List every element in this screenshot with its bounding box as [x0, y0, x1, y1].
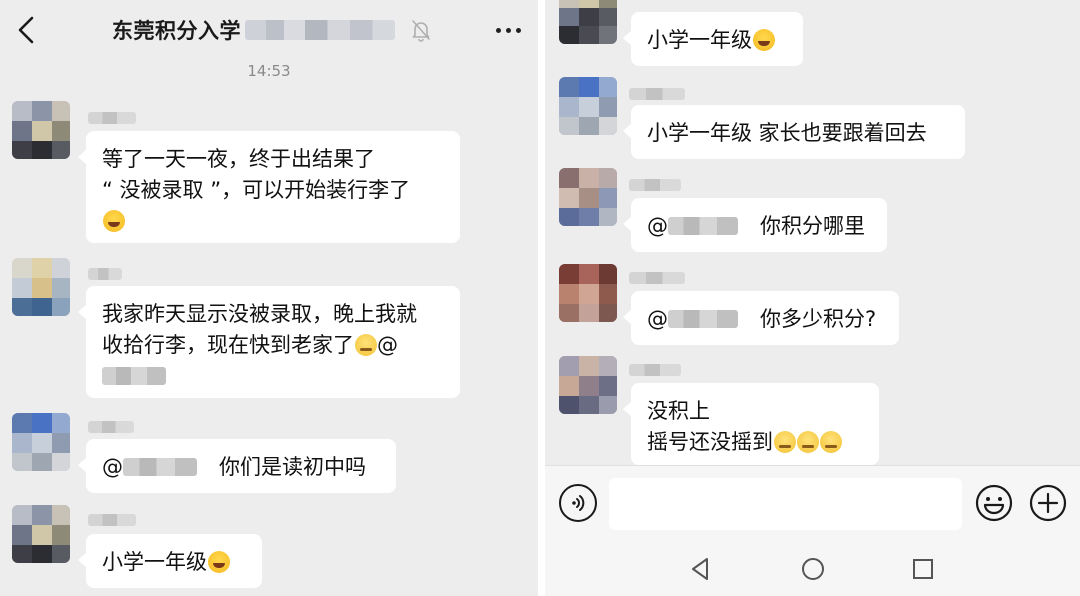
avatar[interactable] [559, 0, 617, 44]
bell-off-icon [412, 20, 430, 42]
laughing-emoji [103, 210, 125, 232]
sender-name-redacted [88, 268, 122, 280]
avatar[interactable] [559, 264, 617, 322]
mention-at: @ [647, 307, 668, 331]
mention-name-redacted [102, 367, 166, 385]
message-text: 小学一年级 [102, 550, 207, 574]
avatar[interactable] [12, 413, 70, 471]
sender-name-redacted [629, 88, 685, 100]
message-bubble[interactable]: @ 你们是读初中吗 [78, 439, 396, 493]
laughing-emoji [753, 29, 775, 51]
more-dot [495, 27, 501, 33]
system-nav-bar [545, 541, 1080, 596]
message-bubble[interactable]: 我家昨天显示没被录取，晚上我就 收拾行李，现在快到老家了 @ [78, 286, 460, 398]
avatar[interactable] [12, 258, 70, 316]
chevron-left-icon [18, 16, 34, 44]
voice-button[interactable] [559, 484, 597, 522]
plus-icon[interactable] [1029, 484, 1067, 522]
more-button[interactable] [488, 14, 528, 46]
message-line: 我家昨天显示没被录取，晚上我就 [102, 302, 417, 326]
chat-header: 东莞积分入学 [0, 0, 538, 60]
avatar[interactable] [559, 356, 617, 414]
message-bubble[interactable]: 小学一年级 [623, 12, 803, 66]
back-button[interactable] [10, 12, 42, 48]
mention-at: @ [647, 214, 668, 238]
laughing-emoji [208, 551, 230, 573]
message-text: 你们是读初中吗 [219, 455, 366, 479]
sender-name-redacted [88, 421, 134, 433]
chat-title: 东莞积分入学 [112, 12, 395, 48]
message-bubble[interactable]: @ 你积分哪里 [623, 198, 887, 252]
avatar[interactable] [559, 168, 617, 226]
message-bubble[interactable]: 小学一年级 家长也要跟着回去 [623, 105, 965, 159]
chat-screen-left: 东莞积分入学 14:53 等了一天一夜，终于出结果了 “ 没被录取 ”，可以开始… [0, 0, 538, 596]
nav-back-icon[interactable] [687, 555, 715, 583]
mention-name-redacted [668, 310, 738, 328]
chat-screen-right: 小学一年级 小学一年级 家长也要跟着回去 @ 你积分哪里 @ 你多少积分? 没积… [545, 0, 1080, 596]
message-input-bar [545, 465, 1080, 541]
mention-at: @ [377, 333, 398, 357]
message-text: 你多少积分? [760, 307, 877, 331]
message-text: 你积分哪里 [760, 214, 865, 238]
smile-icon[interactable] [975, 484, 1013, 522]
message-bubble[interactable]: 等了一天一夜，终于出结果了 “ 没被录取 ”，可以开始装行李了 [78, 131, 460, 243]
nav-home-icon[interactable] [799, 555, 827, 583]
mention-name-redacted [668, 217, 738, 235]
mention-name-redacted [123, 458, 197, 476]
message-bubble[interactable]: 小学一年级 [78, 534, 262, 588]
message-line: 等了一天一夜，终于出结果了 [102, 147, 375, 171]
message-bubble[interactable]: 没积上 摇号还没摇到 [623, 383, 879, 465]
message-timestamp: 14:53 [247, 62, 291, 80]
message-line: 收拾行李，现在快到老家了 [102, 333, 354, 357]
chat-title-text: 东莞积分入学 [112, 19, 241, 43]
sender-name-redacted [88, 112, 136, 124]
avatar[interactable] [12, 505, 70, 563]
message-text: 小学一年级 [647, 28, 752, 52]
mention-at: @ [102, 455, 123, 479]
tearful-smile-emoji [797, 431, 819, 453]
sender-name-redacted [629, 272, 685, 284]
crying-emoji [355, 334, 377, 356]
tearful-smile-emoji [774, 431, 796, 453]
sender-name-redacted [629, 179, 681, 191]
sender-name-redacted [88, 514, 136, 526]
message-input[interactable] [609, 478, 962, 530]
nav-recent-icon[interactable] [909, 555, 937, 583]
tearful-smile-emoji [820, 431, 842, 453]
more-dot [515, 27, 521, 33]
avatar[interactable] [12, 101, 70, 159]
message-line: 摇号还没摇到 [647, 430, 773, 454]
voice-icon [572, 495, 585, 511]
message-line: 没积上 [647, 399, 710, 423]
message-line: “ 没被录取 ”，可以开始装行李了 [102, 178, 411, 202]
more-dot [505, 27, 511, 33]
sender-name-redacted [629, 364, 681, 376]
title-redacted [245, 20, 395, 40]
message-text: 小学一年级 家长也要跟着回去 [647, 121, 927, 145]
avatar[interactable] [559, 77, 617, 135]
message-bubble[interactable]: @ 你多少积分? [623, 291, 899, 345]
